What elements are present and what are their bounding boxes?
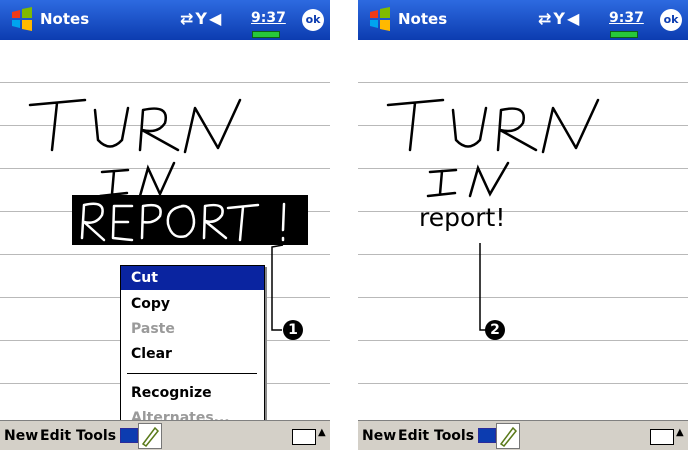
keyboard-icon[interactable]	[292, 429, 316, 445]
ink-word-turn	[386, 98, 600, 154]
menu-tools[interactable]: Tools	[76, 428, 116, 444]
input-panel-icon[interactable]	[120, 428, 138, 443]
screen-left: Notes ⇄Y◀ 9:37 ok Cut Copy Paste Clear R…	[0, 0, 330, 450]
ink-word-turn	[28, 98, 242, 154]
ink-drawing[interactable]	[358, 0, 688, 450]
ink-word-report	[80, 202, 286, 242]
callout-line	[479, 243, 490, 331]
sip-arrow-icon[interactable]: ▲	[676, 427, 684, 438]
pen-icon[interactable]	[138, 423, 162, 449]
sip-arrow-icon[interactable]: ▲	[318, 427, 326, 438]
menu-edit[interactable]: Edit	[40, 428, 71, 444]
menu-bar: New Edit Tools ▲	[0, 420, 330, 450]
pen-icon[interactable]	[496, 423, 520, 449]
menu-edit[interactable]: Edit	[398, 428, 429, 444]
keyboard-icon[interactable]	[650, 429, 674, 445]
menu-item-recognize[interactable]: Recognize	[121, 381, 264, 405]
input-panel-icon[interactable]	[478, 428, 496, 443]
menu-new[interactable]: New	[4, 428, 38, 444]
menu-item-paste[interactable]: Paste	[121, 317, 264, 341]
callout-number-1: 1	[283, 320, 303, 340]
menu-separator	[127, 373, 257, 374]
callout-line	[271, 244, 284, 331]
screen-right: Notes ⇄Y◀ 9:37 ok report! 2 ▲ ≡ ▼ New Ed…	[358, 0, 688, 450]
menu-item-clear[interactable]: Clear	[121, 342, 264, 366]
menu-item-cut[interactable]: Cut	[121, 266, 264, 290]
ink-word-in	[426, 161, 510, 198]
menu-tools[interactable]: Tools	[434, 428, 474, 444]
recognized-text[interactable]: report!	[419, 203, 505, 232]
menu-bar: New Edit Tools ▲	[358, 420, 688, 450]
context-menu: Cut Copy Paste Clear Recognize Alternate…	[120, 265, 265, 437]
menu-item-copy[interactable]: Copy	[121, 292, 264, 316]
ink-word-in	[98, 161, 176, 198]
callout-number-2: 2	[485, 320, 505, 340]
menu-new[interactable]: New	[362, 428, 396, 444]
